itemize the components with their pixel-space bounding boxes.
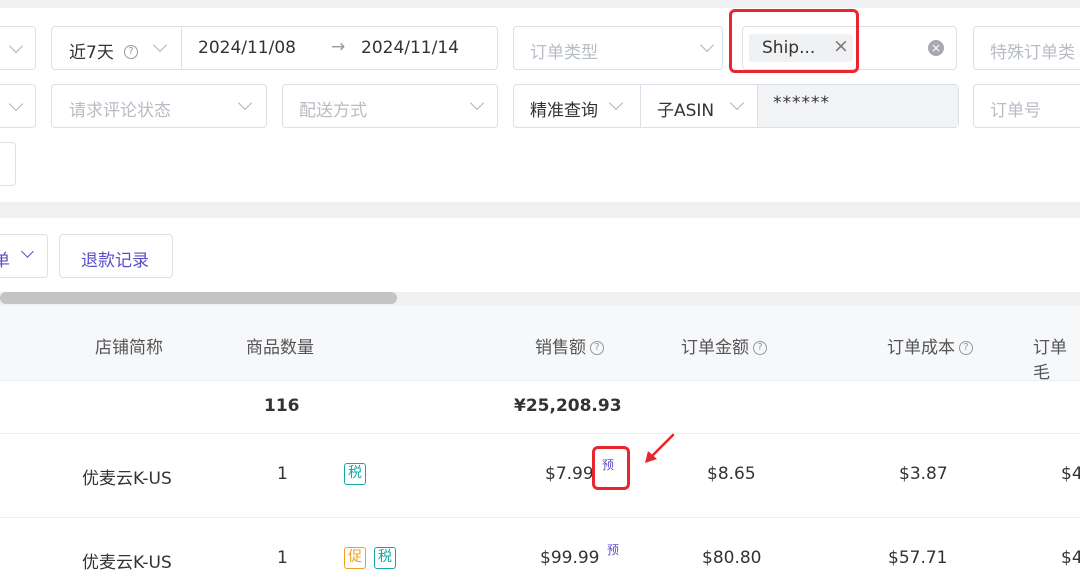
order-number-input[interactable]: 订单号 (973, 84, 1080, 128)
help-icon: ? (120, 41, 138, 60)
search-field-select[interactable]: 子ASIN (657, 96, 714, 121)
help-icon: ? (753, 341, 767, 355)
search-mode-select[interactable]: 精准查询 (530, 96, 598, 121)
row-sales: $7.99 (545, 464, 594, 484)
special-order-select[interactable]: 特殊订单类 (973, 26, 1080, 70)
search-input[interactable]: ****** (773, 93, 830, 113)
left-partial-button[interactable] (0, 142, 16, 186)
row-order-cost: $3.87 (899, 464, 948, 484)
left-partial-select[interactable] (0, 26, 36, 70)
row-sales: $99.99 (540, 548, 600, 568)
delivery-method-placeholder: 配送方式 (299, 101, 367, 121)
delivery-method-select[interactable]: 配送方式 (282, 84, 498, 128)
help-icon: ? (959, 341, 973, 355)
col-header-sales-label: 销售额 (535, 338, 586, 358)
chevron-down-icon (21, 245, 34, 258)
left-dropdown-button[interactable]: 单 (0, 234, 48, 278)
left-dropdown-label: 单 (0, 251, 10, 271)
horizontal-scrollbar-thumb[interactable] (0, 292, 397, 304)
refund-records-button[interactable]: 退款记录 (59, 234, 173, 278)
col-header-order-profit: 订单毛 (1033, 338, 1067, 383)
row-profit: $4 (1061, 548, 1080, 568)
chevron-down-icon (699, 37, 715, 53)
chevron-down-icon (237, 95, 253, 111)
summary-sales: ¥25,208.93 (514, 396, 622, 416)
row-order-cost: $57.71 (888, 548, 948, 568)
chevron-down-icon (608, 95, 624, 111)
row-store: 优麦云K-US (82, 553, 172, 573)
search-group: 精准查询 子ASIN ****** (513, 84, 959, 128)
divider (181, 27, 182, 69)
tax-badge: 税 (344, 463, 366, 485)
col-header-order-cost: 订单成本? (887, 333, 973, 358)
date-range-picker[interactable]: 近7天 ? 2024/11/08 → 2024/11/14 (51, 26, 498, 70)
promo-badge: 促 (344, 547, 366, 569)
order-number-placeholder: 订单号 (990, 101, 1041, 121)
left-partial-select-2[interactable] (0, 84, 36, 128)
annotation-arrow-icon (645, 433, 675, 463)
row-order-amount: $80.80 (702, 548, 762, 568)
col-header-store: 店铺简称 (95, 338, 163, 358)
divider (640, 85, 641, 127)
col-header-order-cost-label: 订单成本 (887, 338, 955, 358)
summary-qty: 116 (264, 396, 300, 416)
highlight-box-filter-tag (729, 9, 859, 73)
help-icon: ? (590, 341, 604, 355)
date-arrow-icon: → (331, 37, 346, 57)
row-store: 优麦云K-US (82, 469, 172, 489)
order-type-placeholder: 订单类型 (530, 43, 598, 63)
review-status-placeholder: 请求评论状态 (69, 101, 171, 121)
highlight-box-estimate-tag (592, 446, 630, 490)
date-preset-select[interactable]: 近7天 (69, 38, 114, 63)
row-qty: 1 (277, 548, 288, 568)
row-order-amount: $8.65 (707, 464, 756, 484)
special-order-placeholder: 特殊订单类 (990, 43, 1075, 63)
estimate-tag: 预 (607, 543, 620, 557)
order-type-select[interactable]: 订单类型 (513, 26, 723, 70)
row-qty: 1 (277, 464, 288, 484)
row-profit: $4 (1061, 464, 1080, 484)
chevron-down-icon (729, 95, 745, 111)
col-header-sales: 销售额? (535, 333, 604, 358)
chevron-down-icon (8, 96, 24, 112)
clear-icon[interactable]: × (928, 40, 944, 56)
review-status-select[interactable]: 请求评论状态 (51, 84, 267, 128)
chevron-down-icon (469, 95, 485, 111)
col-header-order-amount: 订单金额? (681, 333, 767, 358)
refund-records-label: 退款记录 (81, 251, 149, 271)
date-start[interactable]: 2024/11/08 (198, 38, 296, 58)
col-header-order-amount-label: 订单金额 (681, 338, 749, 358)
chevron-down-icon (152, 37, 168, 53)
date-end[interactable]: 2024/11/14 (361, 38, 459, 58)
col-header-qty: 商品数量 (246, 338, 314, 358)
tax-badge: 税 (374, 547, 396, 569)
chevron-down-icon (8, 38, 24, 54)
